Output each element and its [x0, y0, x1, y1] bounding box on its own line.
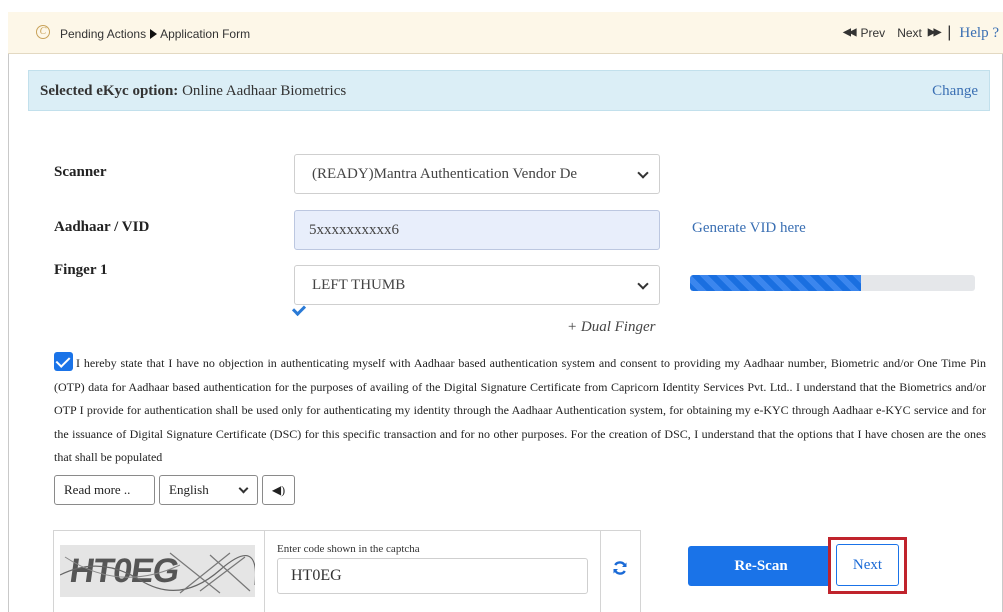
- scanner-label: Scanner: [54, 164, 107, 180]
- aadhaar-value: 5xxxxxxxxxx6: [309, 222, 399, 238]
- double-right-icon: ▶▶: [927, 27, 941, 38]
- ekyc-option-bar: Selected eKyc option: Online Aadhaar Bio…: [28, 70, 990, 111]
- speaker-button[interactable]: ◀): [262, 475, 295, 505]
- help-link[interactable]: Help ?: [959, 24, 999, 42]
- consent-checkbox[interactable]: [54, 352, 73, 371]
- generate-vid-link[interactable]: Generate VID here: [692, 219, 806, 237]
- scanner-select[interactable]: (READY)Mantra Authentication Vendor De: [294, 154, 660, 194]
- scan-progress-bar: [690, 275, 975, 291]
- read-more-button[interactable]: Read more ..: [54, 475, 155, 505]
- aadhaar-label: Aadhaar / VID: [54, 219, 150, 235]
- captcha-image: HT0EG: [60, 545, 255, 597]
- aadhaar-input[interactable]: 5xxxxxxxxxx6: [294, 210, 660, 250]
- next-link[interactable]: Next: [897, 24, 922, 42]
- change-link[interactable]: Change: [932, 83, 978, 100]
- captcha-noise-lines: [60, 552, 255, 594]
- logo-icon: C: [36, 25, 50, 39]
- finger-value: LEFT THUMB: [312, 277, 406, 293]
- speaker-icon: ◀): [271, 483, 286, 497]
- nav-separator: |: [947, 24, 952, 41]
- breadcrumb-page: Application Form: [160, 27, 251, 41]
- scan-progress-fill: [690, 275, 861, 291]
- captcha-divider: [264, 530, 265, 612]
- finger-label: Finger 1: [54, 262, 108, 278]
- dual-finger-link[interactable]: + Dual Finger: [567, 318, 655, 336]
- ekyc-option-label: Selected eKyc option:: [40, 83, 179, 99]
- chevron-down-icon: [238, 483, 249, 494]
- ekyc-option-text: Selected eKyc option: Online Aadhaar Bio…: [40, 83, 346, 100]
- next-button[interactable]: Next: [836, 544, 899, 586]
- captcha-divider: [600, 530, 601, 612]
- finger-select[interactable]: LEFT THUMB: [294, 265, 660, 305]
- header-bar: C Pending Actions Application Form ◀◀ Pre…: [8, 12, 1003, 54]
- ekyc-option-value: Online Aadhaar Biometrics: [182, 83, 347, 99]
- refresh-icon[interactable]: [612, 560, 628, 576]
- captcha-input[interactable]: HT0EG: [277, 558, 588, 594]
- breadcrumb: Pending Actions Application Form: [60, 26, 250, 42]
- consent-text: I hereby state that I have no objection …: [54, 356, 986, 465]
- double-left-icon: ◀◀: [843, 27, 856, 38]
- language-value: English: [169, 482, 209, 497]
- captcha-input-label: Enter code shown in the captcha: [277, 543, 420, 555]
- chevron-down-icon: [637, 167, 649, 179]
- prev-link[interactable]: Prev: [861, 24, 886, 42]
- record-nav: ◀◀ Prev Next ▶▶ | Help ?: [843, 24, 999, 42]
- breadcrumb-root[interactable]: Pending Actions: [60, 27, 146, 41]
- scanner-value: (READY)Mantra Authentication Vendor De: [312, 166, 578, 182]
- language-select[interactable]: English: [159, 475, 258, 505]
- arrow-right-icon: [150, 29, 158, 39]
- chevron-down-icon: [637, 278, 649, 290]
- rescan-button[interactable]: Re-Scan: [688, 546, 834, 586]
